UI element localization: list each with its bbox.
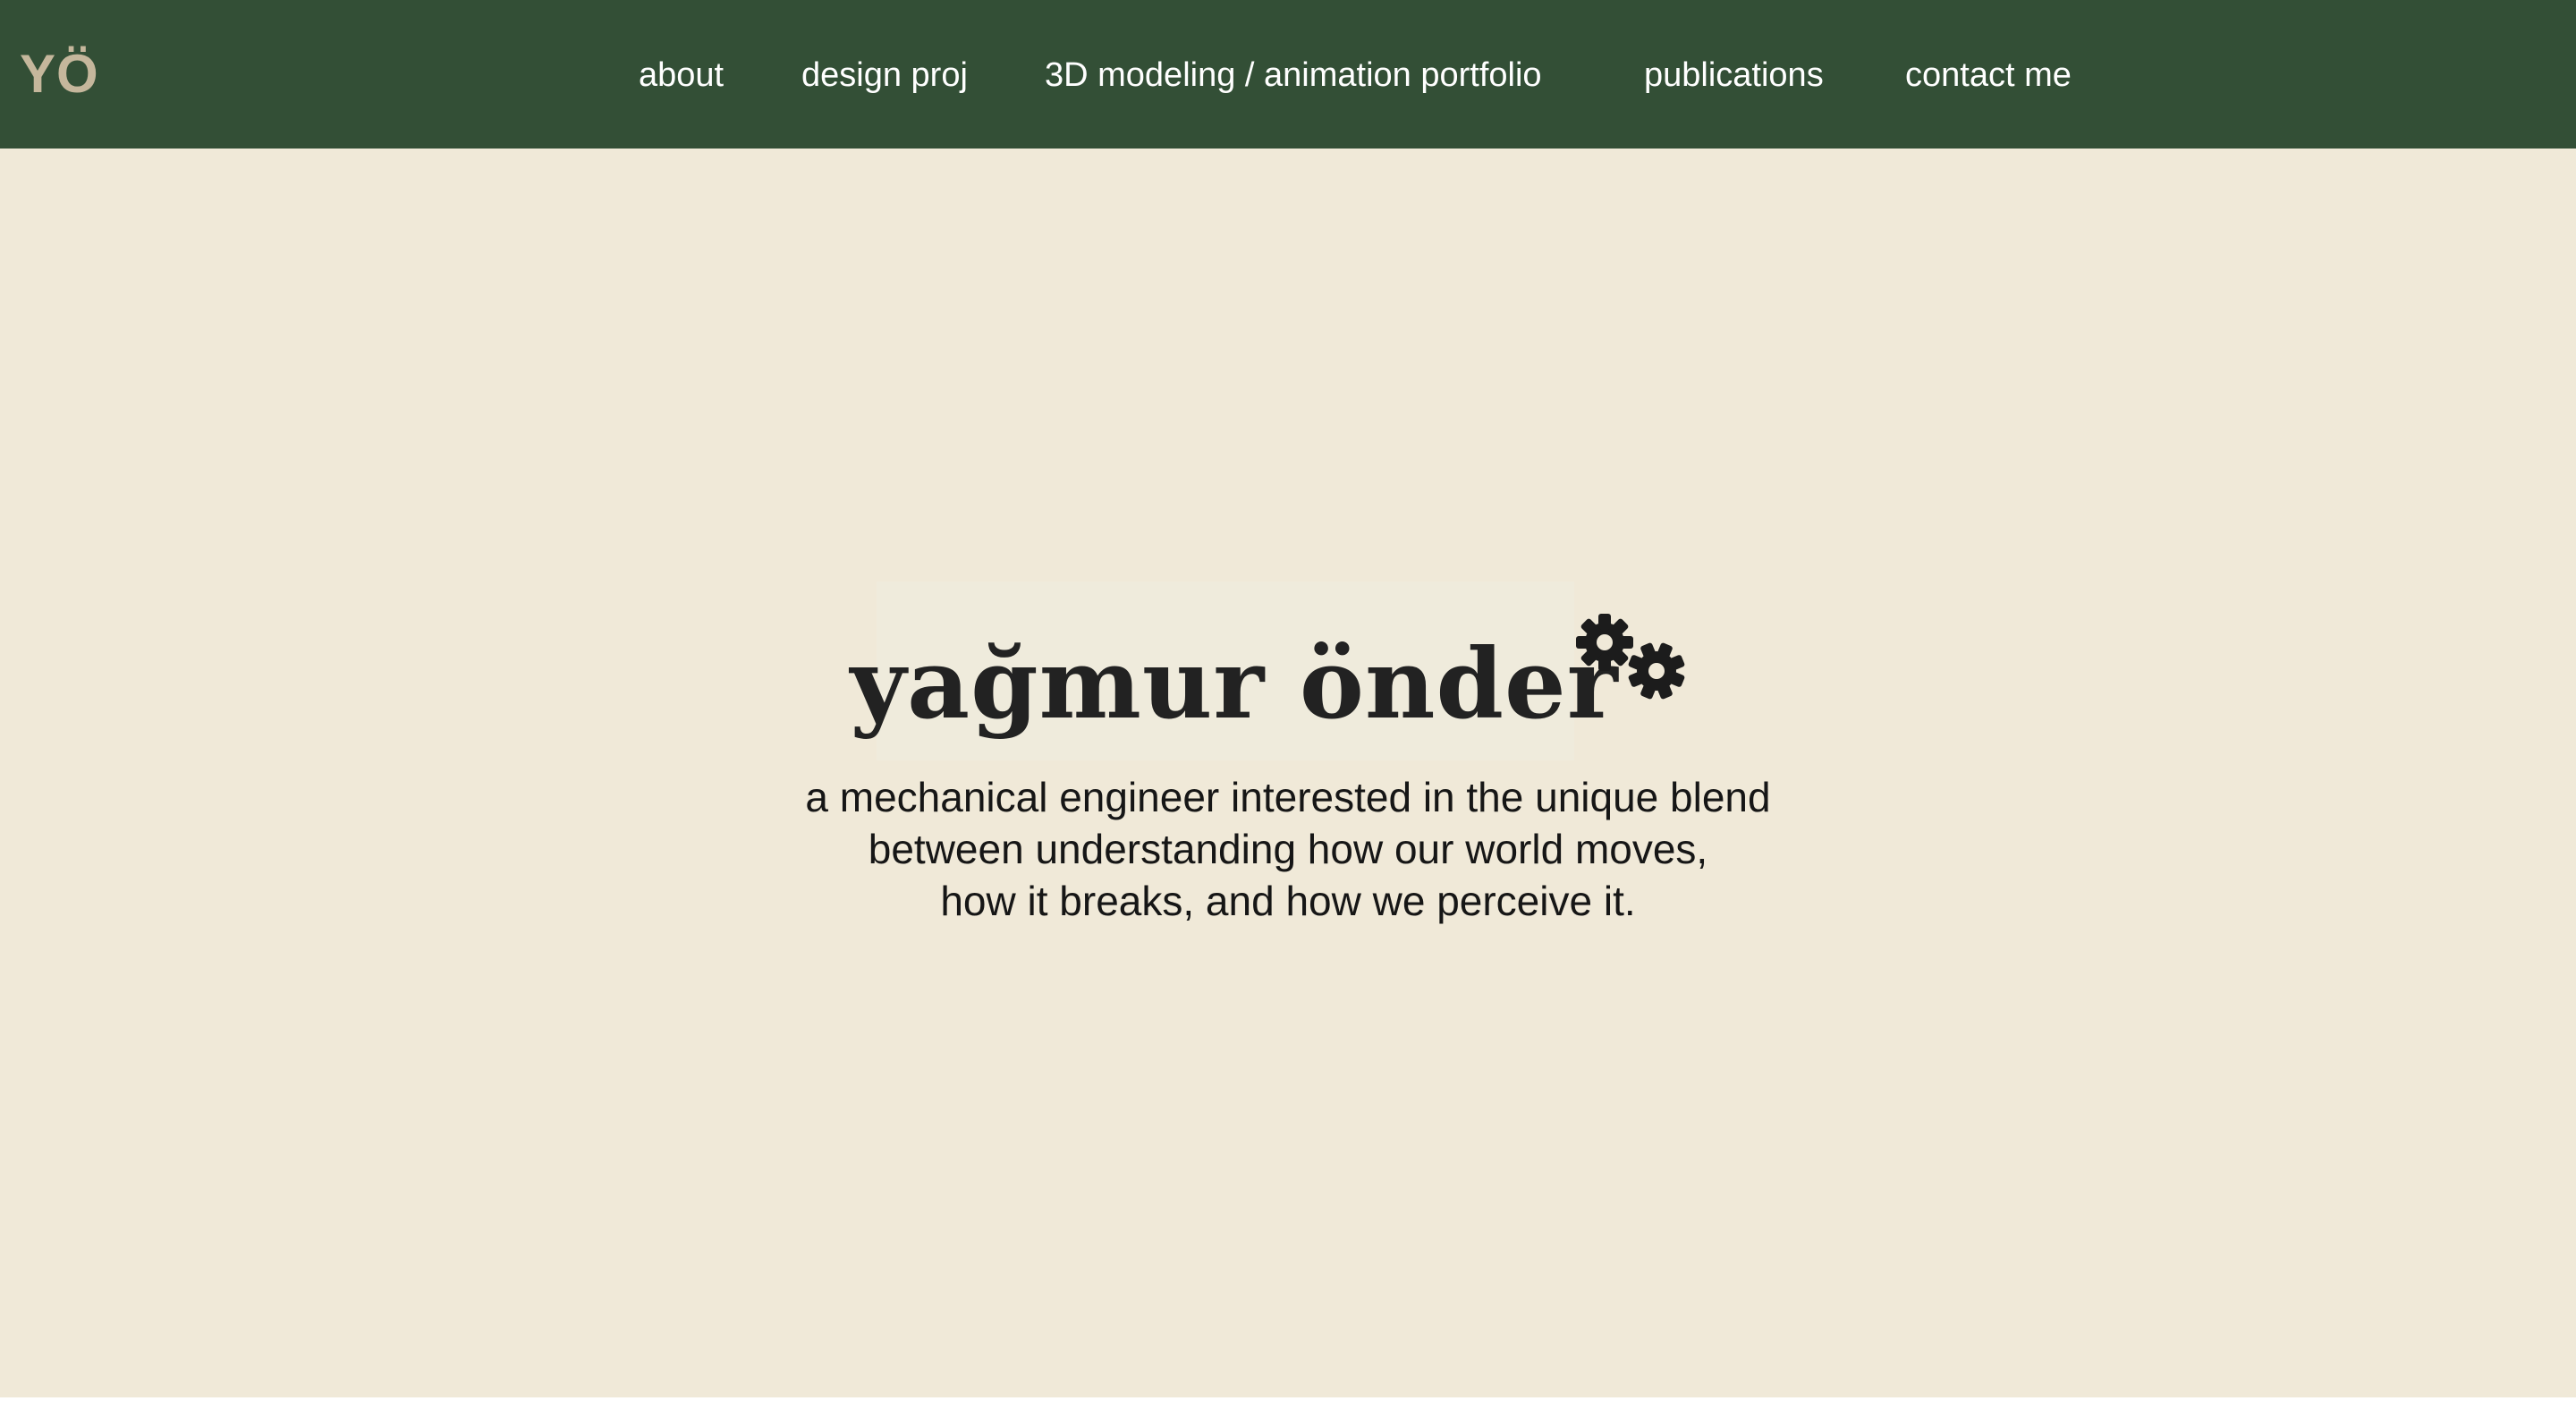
nav-link-design-proj[interactable]: design proj — [801, 56, 968, 94]
gears-icon — [1576, 614, 1685, 700]
hero-title: yağmur önder — [850, 628, 1619, 741]
nav-link-publications[interactable]: publications — [1644, 56, 1824, 94]
hero-subtitle: a mechanical engineer interested in the … — [0, 771, 2576, 927]
hero-subtitle-line: how it breaks, and how we perceive it. — [940, 878, 1636, 924]
nav-item-design-proj: design proj — [801, 50, 968, 100]
nav-menu: about design proj 3D modeling / animatio… — [0, 0, 2576, 149]
nav-link-contact[interactable]: contact me — [1905, 56, 2072, 94]
top-navbar: YÖ about design proj 3D modeling / anima… — [0, 0, 2576, 149]
page-bottom-divider — [0, 1397, 2576, 1401]
nav-item-about: about — [639, 50, 724, 100]
nav-item-3d-modeling: 3D modeling / animation portfolio — [1045, 50, 1542, 100]
nav-link-3d-modeling[interactable]: 3D modeling / animation portfolio — [1045, 56, 1542, 94]
nav-item-contact: contact me — [1905, 50, 2072, 100]
nav-link-about[interactable]: about — [639, 56, 724, 94]
hero-subtitle-line: a mechanical engineer interested in the … — [805, 774, 1771, 820]
hero-subtitle-line: between understanding how our world move… — [868, 826, 1708, 872]
nav-item-publications: publications — [1644, 50, 1824, 100]
